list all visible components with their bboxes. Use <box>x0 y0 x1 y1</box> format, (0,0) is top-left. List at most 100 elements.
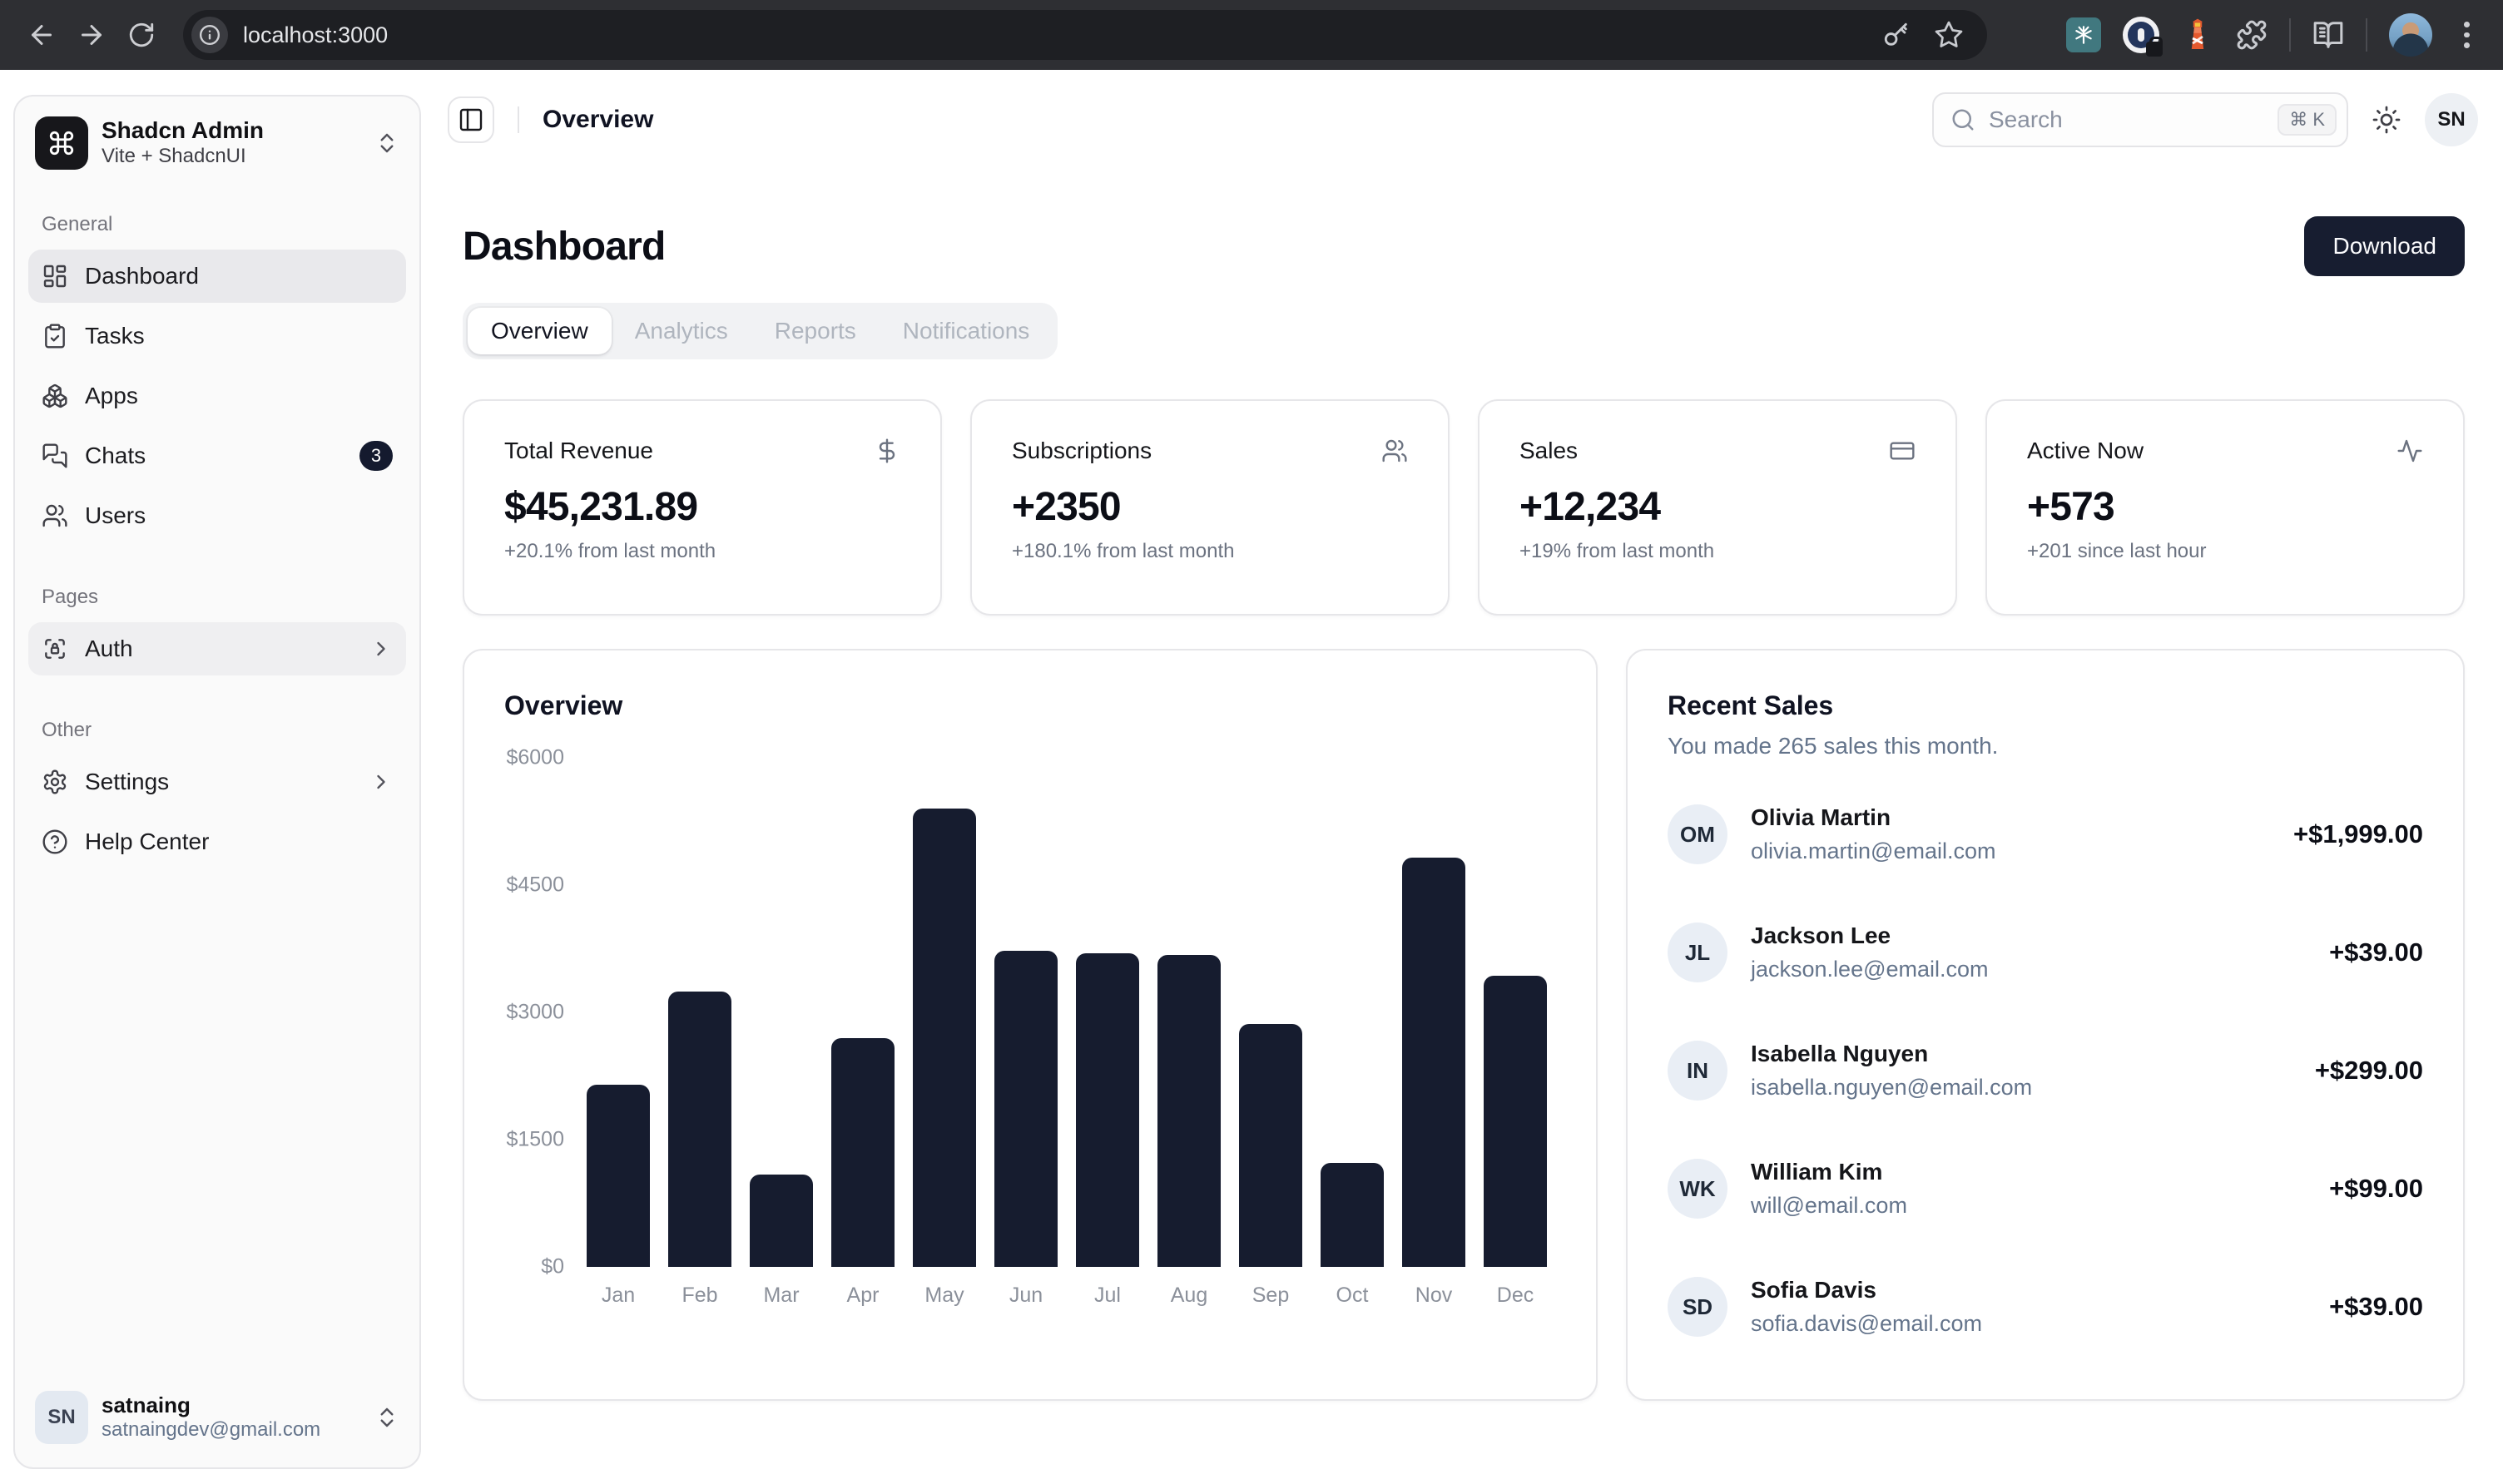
sidebar-toggle-button[interactable] <box>448 96 494 143</box>
bar-rect <box>1239 1024 1302 1267</box>
bar-sep[interactable] <box>1230 758 1311 1267</box>
bar-nov[interactable] <box>1393 758 1475 1267</box>
x-axis-label: Dec <box>1475 1284 1556 1308</box>
chart-plot-area <box>577 758 1556 1267</box>
search-input[interactable]: Search ⌘ K <box>1932 92 2348 147</box>
sidebar-item-users[interactable]: Users <box>28 489 406 542</box>
avatar: WK <box>1668 1159 1727 1219</box>
address-bar[interactable]: localhost:3000 <box>183 10 1987 60</box>
bar-rect <box>1484 976 1547 1267</box>
header-user-avatar[interactable]: SN <box>2425 93 2478 146</box>
chevron-right-icon <box>369 637 393 660</box>
bar-rect <box>831 1038 895 1267</box>
x-axis-label: Nov <box>1393 1284 1475 1308</box>
sale-email: isabella.nguyen@email.com <box>1751 1072 2032 1102</box>
app-window: Shadcn Admin Vite + ShadcnUI General Das… <box>0 80 2503 1484</box>
recent-sales-subtitle: You made 265 sales this month. <box>1668 733 2423 759</box>
bar-rect <box>1076 953 1139 1267</box>
bar-rect <box>1157 955 1221 1267</box>
team-name: Shadcn Admin <box>102 117 264 144</box>
sun-icon <box>2372 105 2401 135</box>
search-shortcut-kbd: ⌘ K <box>2277 104 2337 136</box>
sale-row: SD Sofia Davis sofia.davis@email.com +$3… <box>1668 1275 2423 1338</box>
bookmark-star-icon[interactable] <box>1934 20 1964 50</box>
chevrons-up-down-icon <box>374 1405 399 1430</box>
bar-jul[interactable] <box>1067 758 1148 1267</box>
sidebar-user-menu[interactable]: SN satnaing satnaingdev@gmail.com <box>28 1381 406 1454</box>
x-axis-label: Jan <box>577 1284 659 1308</box>
team-plan: Vite + ShadcnUI <box>102 144 264 169</box>
chats-icon <box>42 443 68 469</box>
sidebar-item-settings[interactable]: Settings <box>28 755 406 809</box>
browser-toolbar: localhost:3000 <box>0 0 2503 70</box>
forward-icon[interactable] <box>67 10 116 60</box>
extensions-puzzle-icon[interactable] <box>2236 19 2268 51</box>
sidebar-item-apps[interactable]: Apps <box>28 369 406 423</box>
avatar: OM <box>1668 804 1727 864</box>
browser-menu-kebab-icon[interactable] <box>2454 15 2480 55</box>
x-axis-label: Aug <box>1148 1284 1230 1308</box>
onepassword-extension-icon[interactable] <box>2123 17 2159 53</box>
bar-feb[interactable] <box>659 758 741 1267</box>
bar-apr[interactable] <box>822 758 904 1267</box>
sidebar-item-auth[interactable]: Auth <box>28 622 406 675</box>
sidebar-item-tasks[interactable]: Tasks <box>28 309 406 363</box>
stat-value: +2350 <box>1012 484 1408 530</box>
recent-sales-card: Recent Sales You made 265 sales this mon… <box>1626 649 2465 1401</box>
bar-mar[interactable] <box>741 758 822 1267</box>
overview-chart-card: Overview $6000$4500$3000$1500$0 JanFebMa… <box>463 649 1598 1401</box>
sidebar-item-label: Chats <box>85 443 146 469</box>
bar-dec[interactable] <box>1475 758 1556 1267</box>
sidebar-item-label: Settings <box>85 769 169 795</box>
bar-aug[interactable] <box>1148 758 1230 1267</box>
reload-icon[interactable] <box>116 10 166 60</box>
tab-reports[interactable]: Reports <box>751 308 880 354</box>
browser-profile-avatar[interactable] <box>2389 13 2432 57</box>
info-icon[interactable] <box>191 17 228 53</box>
user-avatar: SN <box>35 1391 88 1444</box>
back-icon[interactable] <box>17 10 67 60</box>
lighthouse-extension-icon[interactable] <box>2181 17 2214 52</box>
reading-list-book-icon[interactable] <box>2312 19 2344 51</box>
sidebar-item-chats[interactable]: Chats 3 <box>28 429 406 482</box>
user-name: satnaing <box>102 1392 320 1417</box>
sale-email: will@email.com <box>1751 1190 1907 1220</box>
theme-toggle-button[interactable] <box>2372 105 2401 135</box>
bar-jan[interactable] <box>577 758 659 1267</box>
key-icon[interactable] <box>1882 21 1911 49</box>
sale-name: Olivia Martin <box>1751 803 1995 833</box>
sidebar-section-pages: Pages <box>28 586 406 609</box>
bar-jun[interactable] <box>985 758 1067 1267</box>
sale-row: WK William Kim will@email.com +$99.00 <box>1668 1157 2423 1220</box>
download-button[interactable]: Download <box>2304 216 2465 276</box>
tab-notifications[interactable]: Notifications <box>880 308 1053 354</box>
chart-y-axis: $6000$4500$3000$1500$0 <box>504 758 577 1267</box>
dashboard-tabs: Overview Analytics Reports Notifications <box>463 303 1058 359</box>
tab-overview[interactable]: Overview <box>468 308 612 354</box>
search-placeholder: Search <box>1989 106 2063 133</box>
team-switcher[interactable]: Shadcn Admin Vite + ShadcnUI <box>28 110 406 176</box>
bar-rect <box>1321 1163 1384 1267</box>
sale-name: Sofia Davis <box>1751 1275 1982 1305</box>
sale-email: olivia.martin@email.com <box>1751 836 1995 866</box>
activity-icon <box>2396 438 2423 464</box>
dashboard-page: Dashboard Download Overview Analytics Re… <box>448 160 2478 1401</box>
tab-analytics[interactable]: Analytics <box>612 308 751 354</box>
sale-email: sofia.davis@email.com <box>1751 1308 1982 1338</box>
recent-sales-title: Recent Sales <box>1668 690 2423 721</box>
bar-oct[interactable] <box>1311 758 1393 1267</box>
stat-card-subscriptions: Subscriptions +2350 +180.1% from last mo… <box>970 399 1450 616</box>
sidebar-item-help-center[interactable]: Help Center <box>28 815 406 868</box>
x-axis-label: May <box>904 1284 985 1308</box>
y-axis-tick: $1500 <box>506 1128 564 1152</box>
chevron-right-icon <box>369 770 393 794</box>
sidebar-item-dashboard[interactable]: Dashboard <box>28 250 406 303</box>
stat-card-active-now: Active Now +573 +201 since last hour <box>1985 399 2465 616</box>
x-axis-label: Sep <box>1230 1284 1311 1308</box>
sale-row: JL Jackson Lee jackson.lee@email.com +$3… <box>1668 921 2423 984</box>
sidebar: Shadcn Admin Vite + ShadcnUI General Das… <box>13 95 421 1469</box>
sale-name: William Kim <box>1751 1157 1907 1187</box>
teal-extension-icon[interactable] <box>2066 17 2101 52</box>
x-axis-label: Jun <box>985 1284 1067 1308</box>
bar-may[interactable] <box>904 758 985 1267</box>
